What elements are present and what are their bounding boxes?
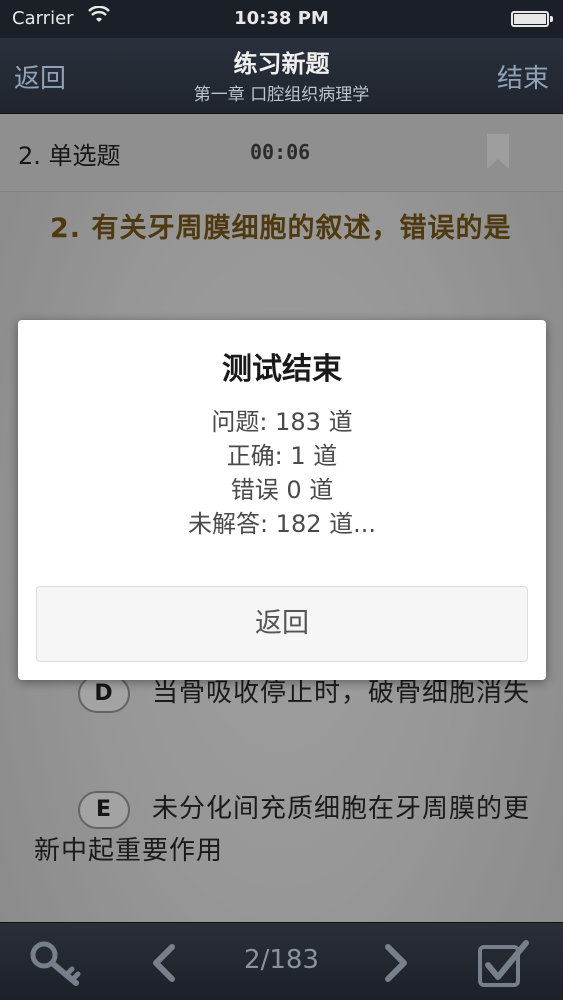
status-time: 10:38 PM bbox=[234, 8, 329, 29]
dialog-title: 测试结束 bbox=[222, 352, 342, 387]
dialog-return-button[interactable]: 返回 bbox=[36, 586, 528, 662]
test-end-dialog: 测试结束 问题: 183 道 正确: 1 道 错误 0 道 未解答: 182 道… bbox=[18, 320, 546, 680]
battery-icon bbox=[511, 11, 553, 27]
chevron-right-icon[interactable] bbox=[382, 943, 412, 983]
dialog-unanswered-count: 未解答: 182 道... bbox=[187, 510, 377, 538]
screen: Carrier 10:38 PM 返回 练习新题 第一章 口腔组织病理学 结束 … bbox=[0, 0, 563, 1000]
navigation-bar: 返回 练习新题 第一章 口腔组织病理学 结束 bbox=[0, 38, 563, 114]
dialog-total-questions: 问题: 183 道 bbox=[211, 408, 353, 436]
status-bar: Carrier 10:38 PM bbox=[0, 0, 563, 38]
bottom-toolbar: 2/183 bbox=[0, 922, 563, 1000]
checkbox-icon[interactable] bbox=[476, 937, 532, 989]
dialog-correct-count: 正确: 1 道 bbox=[226, 442, 338, 470]
nav-title: 练习新题 bbox=[233, 50, 330, 78]
end-button[interactable]: 结束 bbox=[497, 58, 549, 95]
dialog-wrong-count: 错误 0 道 bbox=[230, 476, 334, 504]
nav-subtitle: 第一章 口腔组织病理学 bbox=[193, 85, 370, 105]
